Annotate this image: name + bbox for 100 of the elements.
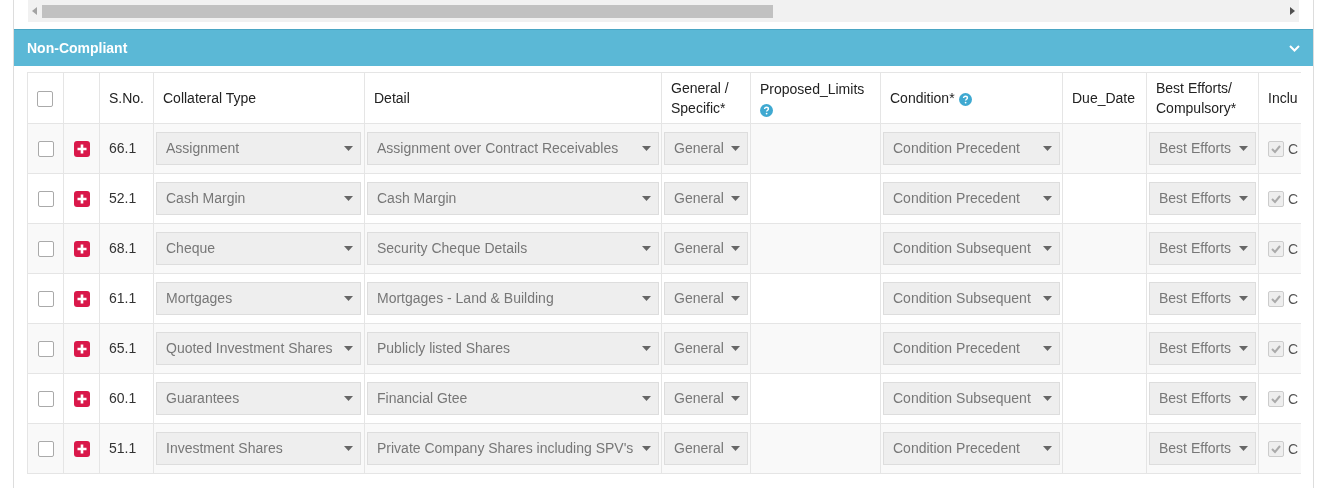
include-label: C bbox=[1287, 440, 1298, 457]
dropdown[interactable]: Cheque bbox=[156, 232, 361, 265]
caret-icon bbox=[731, 396, 740, 401]
checkbox[interactable] bbox=[1268, 240, 1284, 257]
include-label: C bbox=[1287, 190, 1298, 207]
scroll-left-icon[interactable] bbox=[32, 7, 38, 15]
chevron-down-icon[interactable] bbox=[1289, 44, 1300, 52]
caret-icon bbox=[1239, 146, 1248, 151]
dropdown[interactable]: Mortgages - Land & Building bbox=[367, 282, 659, 315]
caret-icon bbox=[731, 246, 740, 251]
add-icon[interactable] bbox=[73, 241, 90, 258]
dropdown[interactable]: Condition Subsequent bbox=[883, 382, 1060, 415]
checkbox[interactable] bbox=[1268, 340, 1284, 357]
caret-icon bbox=[642, 146, 651, 151]
add-icon[interactable] bbox=[73, 441, 90, 458]
caret-icon bbox=[1043, 196, 1052, 201]
checkbox[interactable] bbox=[1268, 190, 1284, 207]
horizontal-scrollbar[interactable] bbox=[28, 0, 1299, 22]
serial-number: 52.1 bbox=[109, 190, 137, 206]
dropdown[interactable]: General bbox=[664, 382, 748, 415]
dropdown[interactable]: Best Efforts bbox=[1149, 382, 1256, 415]
checkbox[interactable] bbox=[1268, 140, 1284, 157]
help-icon[interactable] bbox=[958, 92, 972, 106]
dropdown[interactable]: Security Cheque Details bbox=[367, 232, 659, 265]
checkbox[interactable] bbox=[37, 141, 54, 158]
column-header: S.No. bbox=[109, 90, 144, 106]
caret-icon bbox=[1239, 346, 1248, 351]
dropdown[interactable]: Best Efforts bbox=[1149, 332, 1256, 365]
dropdown[interactable]: Condition Precedent bbox=[883, 332, 1060, 365]
caret-icon bbox=[1043, 246, 1052, 251]
checkbox[interactable] bbox=[37, 241, 54, 258]
caret-icon bbox=[344, 246, 353, 251]
checkbox[interactable] bbox=[37, 91, 53, 108]
dropdown[interactable]: General bbox=[664, 182, 748, 215]
dropdown[interactable]: Condition Precedent bbox=[883, 432, 1060, 465]
caret-icon bbox=[731, 296, 740, 301]
checkbox[interactable] bbox=[1268, 440, 1284, 457]
caret-icon bbox=[1239, 246, 1248, 251]
checkbox[interactable] bbox=[37, 341, 54, 358]
serial-number: 60.1 bbox=[109, 390, 137, 406]
include-label: C bbox=[1287, 240, 1298, 257]
serial-number: 68.1 bbox=[109, 240, 137, 256]
caret-icon bbox=[1239, 446, 1248, 451]
help-icon[interactable] bbox=[760, 103, 773, 117]
dropdown[interactable]: Guarantees bbox=[156, 382, 361, 415]
dropdown[interactable]: Cash Margin bbox=[156, 182, 361, 215]
dropdown[interactable]: Condition Precedent bbox=[883, 132, 1060, 165]
dropdown[interactable]: Assignment bbox=[156, 132, 361, 165]
column-header: Due_Date bbox=[1072, 90, 1136, 106]
caret-icon bbox=[642, 246, 651, 251]
checkbox[interactable] bbox=[1268, 290, 1284, 307]
scrollbar-thumb[interactable] bbox=[42, 4, 773, 18]
dropdown[interactable]: Condition Subsequent bbox=[883, 282, 1060, 315]
column-header: General / Specific* bbox=[671, 80, 729, 116]
dropdown[interactable]: General bbox=[664, 432, 748, 465]
dropdown[interactable]: General bbox=[664, 332, 748, 365]
caret-icon bbox=[344, 146, 353, 151]
checkbox[interactable] bbox=[37, 391, 54, 408]
dropdown[interactable]: Assignment over Contract Receivables bbox=[367, 132, 659, 165]
dropdown[interactable]: General bbox=[664, 232, 748, 265]
column-header: Detail bbox=[374, 90, 410, 106]
dropdown[interactable]: Best Efforts bbox=[1149, 232, 1256, 265]
dropdown[interactable]: Investment Shares bbox=[156, 432, 361, 465]
column-header: Best Efforts/ Compulsory* bbox=[1156, 80, 1237, 116]
add-icon[interactable] bbox=[73, 391, 90, 408]
checkbox[interactable] bbox=[37, 291, 54, 308]
checkbox[interactable] bbox=[1268, 390, 1284, 407]
dropdown[interactable]: General bbox=[664, 282, 748, 315]
caret-icon bbox=[642, 346, 651, 351]
panel-header[interactable]: Non-Compliant bbox=[14, 29, 1313, 66]
add-icon[interactable] bbox=[73, 341, 90, 358]
serial-number: 51.1 bbox=[109, 440, 137, 456]
add-icon[interactable] bbox=[73, 141, 90, 158]
caret-icon bbox=[1239, 196, 1248, 201]
serial-number: 66.1 bbox=[109, 140, 137, 156]
checkbox[interactable] bbox=[37, 441, 54, 458]
dropdown[interactable]: Publicly listed Shares bbox=[367, 332, 659, 365]
dropdown[interactable]: Condition Precedent bbox=[883, 182, 1060, 215]
add-icon[interactable] bbox=[73, 191, 90, 208]
caret-icon bbox=[642, 296, 651, 301]
serial-number: 65.1 bbox=[109, 340, 137, 356]
dropdown[interactable]: Best Efforts bbox=[1149, 432, 1256, 465]
column-header: Collateral Type bbox=[163, 90, 257, 106]
dropdown[interactable]: Best Efforts bbox=[1149, 282, 1256, 315]
dropdown[interactable]: Private Company Shares including SPV's bbox=[367, 432, 659, 465]
dropdown[interactable]: Mortgages bbox=[156, 282, 361, 315]
dropdown[interactable]: Best Efforts bbox=[1149, 182, 1256, 215]
dropdown[interactable]: Financial Gtee bbox=[367, 382, 659, 415]
dropdown[interactable]: General bbox=[664, 132, 748, 165]
serial-number: 61.1 bbox=[109, 290, 137, 306]
add-icon[interactable] bbox=[73, 291, 90, 308]
caret-icon bbox=[731, 196, 740, 201]
caret-icon bbox=[731, 146, 740, 151]
scroll-right-icon[interactable] bbox=[1289, 7, 1295, 15]
dropdown[interactable]: Best Efforts bbox=[1149, 132, 1256, 165]
dropdown[interactable]: Quoted Investment Shares bbox=[156, 332, 361, 365]
caret-icon bbox=[1043, 346, 1052, 351]
dropdown[interactable]: Condition Subsequent bbox=[883, 232, 1060, 265]
dropdown[interactable]: Cash Margin bbox=[367, 182, 659, 215]
checkbox[interactable] bbox=[37, 191, 54, 208]
